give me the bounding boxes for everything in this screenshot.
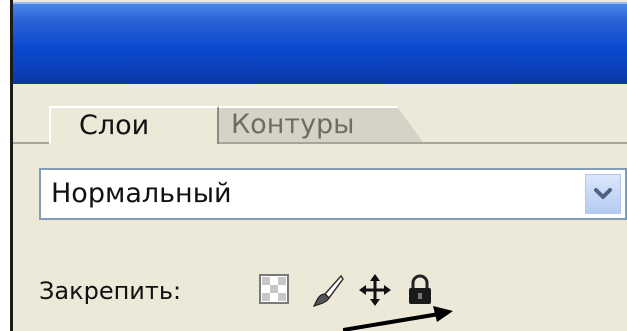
blend-mode-dropdown-button[interactable] (585, 174, 621, 214)
tab-strip: Контуры Слои (13, 84, 627, 144)
tab-layers[interactable]: Слои (49, 106, 219, 144)
lock-label: Закрепить: (39, 277, 182, 305)
lock-image-pixels-brush-icon[interactable] (311, 274, 344, 307)
window-titlebar[interactable] (13, 2, 627, 84)
annotation-arrow (343, 306, 453, 331)
tab-paths[interactable]: Контуры (203, 106, 423, 142)
tab-layers-label: Слои (79, 110, 150, 141)
blend-mode-value: Нормальный (51, 178, 232, 209)
lock-transparent-pixels-icon[interactable] (259, 274, 289, 304)
chevron-down-icon (594, 188, 612, 199)
tab-paths-label: Контуры (231, 109, 355, 140)
layers-panel-window: Контуры Слои Нормальный Закрепить: (10, 0, 627, 331)
blend-mode-select[interactable]: Нормальный (39, 168, 627, 220)
